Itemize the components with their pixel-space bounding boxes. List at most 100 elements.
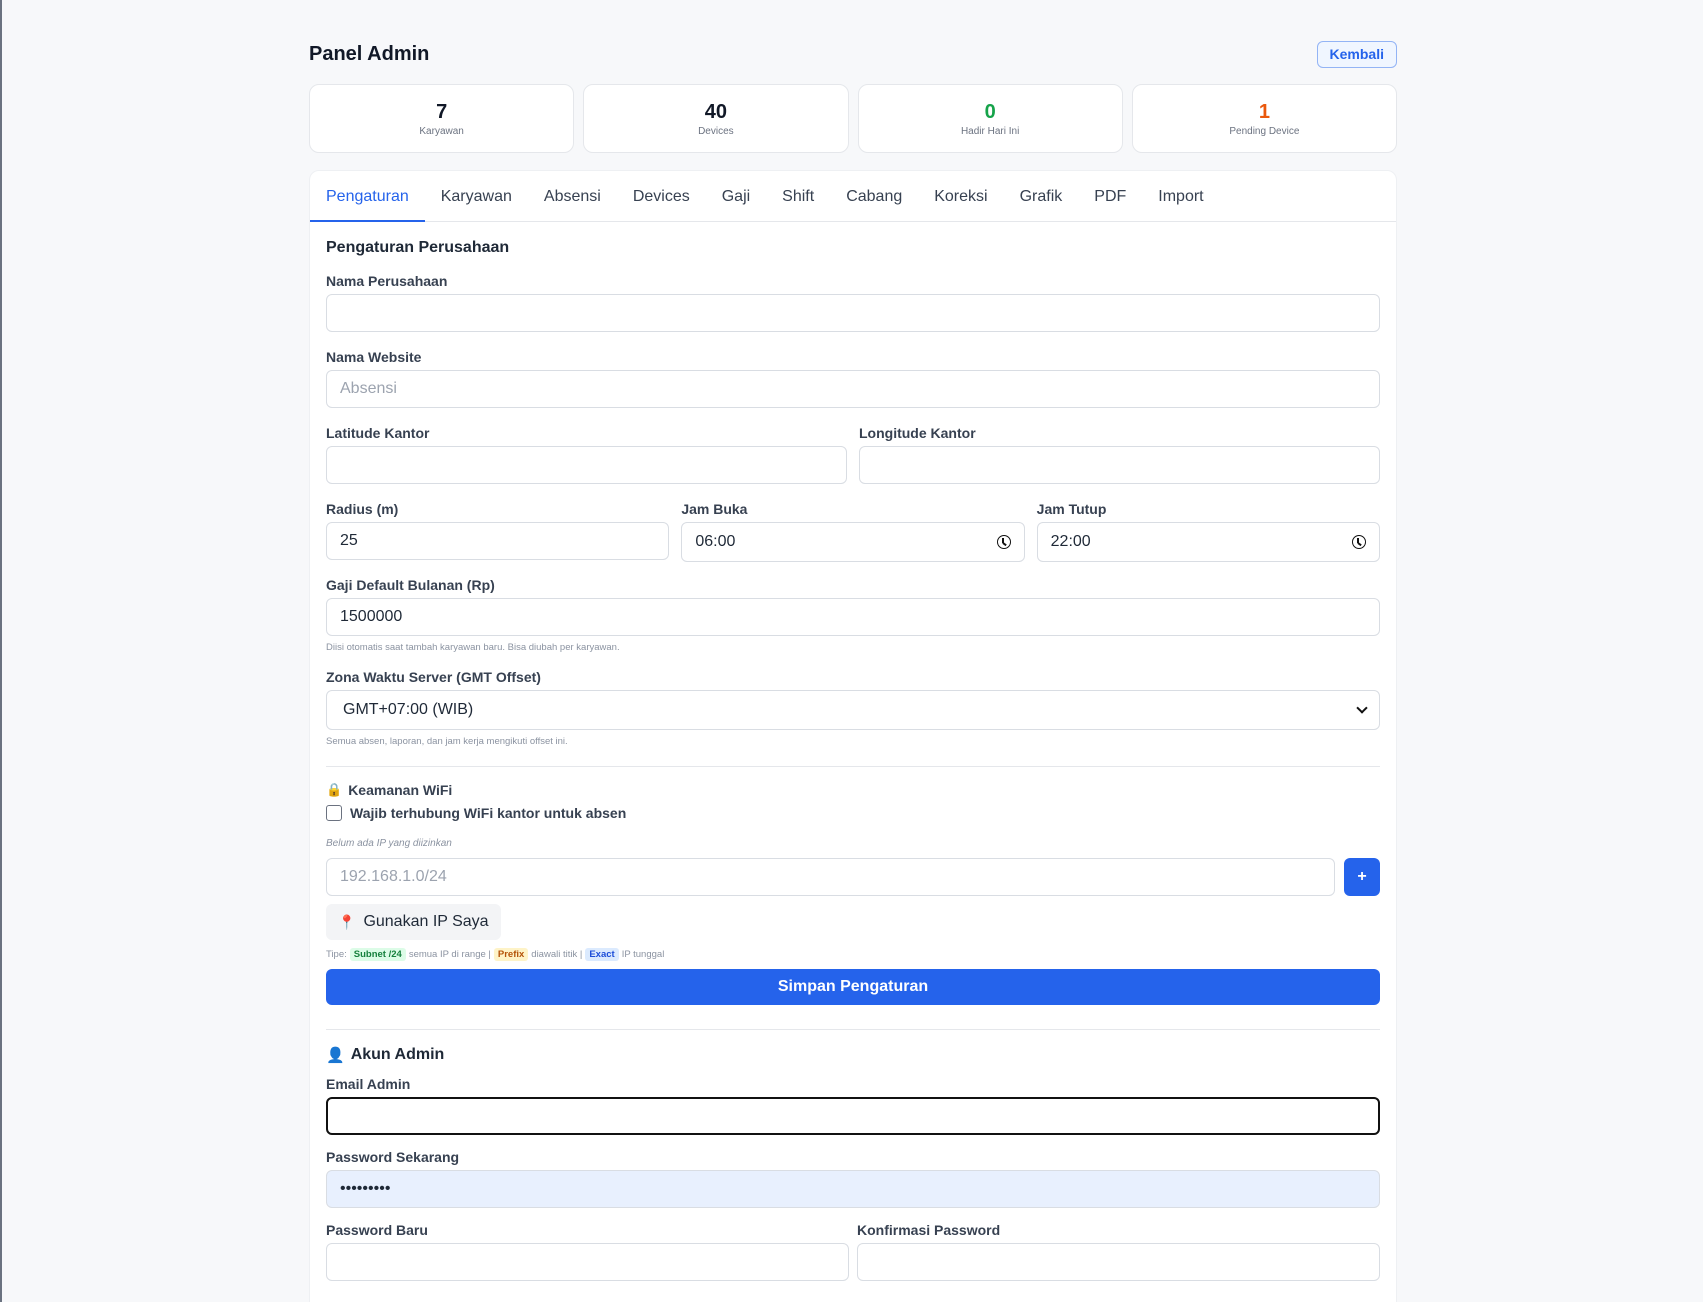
admin-title-text: Akun Admin: [350, 1046, 445, 1063]
new-password-label: Password Baru: [326, 1222, 428, 1238]
tab-devices[interactable]: Devices: [617, 171, 706, 222]
page-header: Panel Admin Kembali: [309, 40, 1397, 68]
confirm-password-field: Konfirmasi Password: [857, 1222, 1380, 1281]
ip-input-row: 192.168.1.0/24 +: [326, 858, 1380, 896]
open-time-value: 06:00: [695, 533, 736, 550]
close-time-input[interactable]: 22:00: [1036, 522, 1380, 562]
current-password-field: Password Sekarang •••••••••: [326, 1149, 1380, 1208]
stat-label: Karyawan: [419, 125, 464, 137]
chevron-down-icon: [1356, 702, 1368, 714]
salary-input[interactable]: 1500000: [326, 598, 1380, 636]
settings-panel: Pengaturan Karyawan Absensi Devices Gaji…: [309, 170, 1397, 1302]
wifi-title-text: Keamanan WiFi: [348, 782, 453, 798]
current-password-label: Password Sekarang: [326, 1149, 460, 1165]
current-password-input[interactable]: •••••••••: [326, 1170, 1380, 1208]
stat-card-pending: 1 Pending Device: [1131, 84, 1397, 153]
exact-badge: Exact: [585, 948, 619, 961]
page-title: Panel Admin: [309, 42, 430, 65]
tab-cabang[interactable]: Cabang: [830, 171, 918, 222]
open-time-field: Jam Buka 06:00: [681, 501, 1025, 562]
window-edge: [0, 0, 2, 1302]
divider: [326, 766, 1380, 767]
empty-ip-note: Belum ada IP yang diizinkan: [326, 838, 452, 849]
exact-desc: IP tunggal: [621, 949, 665, 960]
stats-row: 7 Karyawan 40 Devices 0 Hadir Hari Ini 1…: [309, 84, 1397, 153]
longitude-input[interactable]: [859, 446, 1380, 484]
use-my-ip-button[interactable]: 📍 Gunakan IP Saya: [326, 904, 501, 940]
longitude-label: Longitude Kantor: [859, 425, 976, 441]
section-title: Pengaturan Perusahaan: [326, 239, 510, 256]
open-time-input[interactable]: 06:00: [681, 522, 1025, 562]
types-prefix: Tipe:: [326, 949, 347, 960]
divider: [326, 1029, 1380, 1030]
subnet-badge: Subnet /24: [349, 948, 406, 961]
wifi-section-title: 🔒 Keamanan WiFi: [326, 782, 1380, 798]
prefix-badge: Prefix: [493, 948, 529, 961]
stat-value: 40: [704, 100, 727, 123]
stat-value: 0: [984, 100, 996, 123]
timezone-field: Zona Waktu Server (GMT Offset) GMT+07:00…: [326, 669, 1380, 747]
wifi-required-row: Wajib terhubung WiFi kantor untuk absen: [326, 805, 1380, 821]
tab-koreksi[interactable]: Koreksi: [918, 171, 1003, 222]
new-password-input[interactable]: [326, 1243, 849, 1281]
latitude-input[interactable]: [326, 446, 847, 484]
save-settings-button[interactable]: Simpan Pengaturan: [326, 969, 1380, 1005]
clock-icon[interactable]: [1351, 535, 1366, 549]
new-password-field: Password Baru: [326, 1222, 849, 1281]
stat-label: Devices: [698, 125, 734, 137]
clock-icon[interactable]: [996, 535, 1011, 549]
tab-grafik[interactable]: Grafik: [1004, 171, 1079, 222]
admin-email-label: Email Admin: [326, 1076, 411, 1092]
timezone-select[interactable]: GMT+07:00 (WIB): [326, 690, 1380, 730]
use-my-ip-label: Gunakan IP Saya: [363, 913, 489, 930]
lock-icon: 🔒: [326, 782, 343, 797]
tab-pengaturan[interactable]: Pengaturan: [310, 171, 425, 222]
website-name-field: Nama Website Absensi: [326, 349, 1380, 408]
ip-types-legend: Tipe: Subnet /24 semua IP di range | Pre…: [326, 948, 1380, 961]
wifi-required-label[interactable]: Wajib terhubung WiFi kantor untuk absen: [350, 805, 626, 821]
confirm-password-input[interactable]: [857, 1243, 1380, 1281]
wifi-required-checkbox[interactable]: [326, 805, 342, 821]
company-name-field: Nama Perusahaan: [326, 273, 1380, 332]
admin-panel: Panel Admin Kembali 7 Karyawan 40 Device…: [309, 40, 1397, 1302]
stat-card-devices: 40 Devices: [583, 84, 849, 153]
tab-bar: Pengaturan Karyawan Absensi Devices Gaji…: [310, 171, 1396, 222]
tab-gaji[interactable]: Gaji: [706, 171, 766, 222]
salary-label: Gaji Default Bulanan (Rp): [326, 577, 495, 593]
stat-card-karyawan: 7 Karyawan: [309, 84, 575, 153]
close-time-value: 22:00: [1050, 533, 1091, 550]
settings-content: Pengaturan Perusahaan Nama Perusahaan Na…: [310, 222, 1396, 1302]
timezone-label: Zona Waktu Server (GMT Offset): [326, 669, 541, 685]
radius-input[interactable]: 25: [326, 522, 670, 560]
company-name-input[interactable]: [326, 294, 1380, 332]
confirm-password-label: Konfirmasi Password: [857, 1222, 1001, 1238]
tab-karyawan[interactable]: Karyawan: [425, 171, 528, 222]
timezone-value: GMT+07:00 (WIB): [343, 701, 474, 718]
timezone-hint: Semua absen, laporan, dan jam kerja meng…: [326, 736, 568, 747]
stat-label: Pending Device: [1229, 125, 1300, 137]
admin-email-input[interactable]: [326, 1097, 1380, 1135]
close-time-label: Jam Tutup: [1036, 501, 1107, 517]
stat-value: 7: [436, 100, 448, 123]
open-time-label: Jam Buka: [681, 501, 748, 517]
tab-import[interactable]: Import: [1142, 171, 1219, 222]
pin-icon: 📍: [338, 913, 356, 930]
user-icon: 👤: [326, 1047, 345, 1064]
ip-input[interactable]: 192.168.1.0/24: [326, 858, 1335, 896]
prefix-desc: diawali titik |: [531, 949, 583, 960]
latitude-field: Latitude Kantor: [326, 425, 847, 484]
latitude-label: Latitude Kantor: [326, 425, 430, 441]
stat-label: Hadir Hari Ini: [960, 125, 1020, 137]
close-time-field: Jam Tutup 22:00: [1036, 501, 1380, 562]
salary-field: Gaji Default Bulanan (Rp) 1500000 Diisi …: [326, 577, 1380, 653]
stat-card-hadir: 0 Hadir Hari Ini: [857, 84, 1123, 153]
tab-shift[interactable]: Shift: [766, 171, 830, 222]
tab-absensi[interactable]: Absensi: [528, 171, 617, 222]
website-name-input[interactable]: Absensi: [326, 370, 1380, 408]
add-ip-button[interactable]: +: [1344, 858, 1380, 896]
back-button[interactable]: Kembali: [1316, 40, 1397, 68]
salary-hint: Diisi otomatis saat tambah karyawan baru…: [326, 642, 620, 653]
tab-pdf[interactable]: PDF: [1078, 171, 1142, 222]
radius-field: Radius (m) 25: [326, 501, 670, 562]
admin-section-title: 👤 Akun Admin: [326, 1046, 1380, 1064]
